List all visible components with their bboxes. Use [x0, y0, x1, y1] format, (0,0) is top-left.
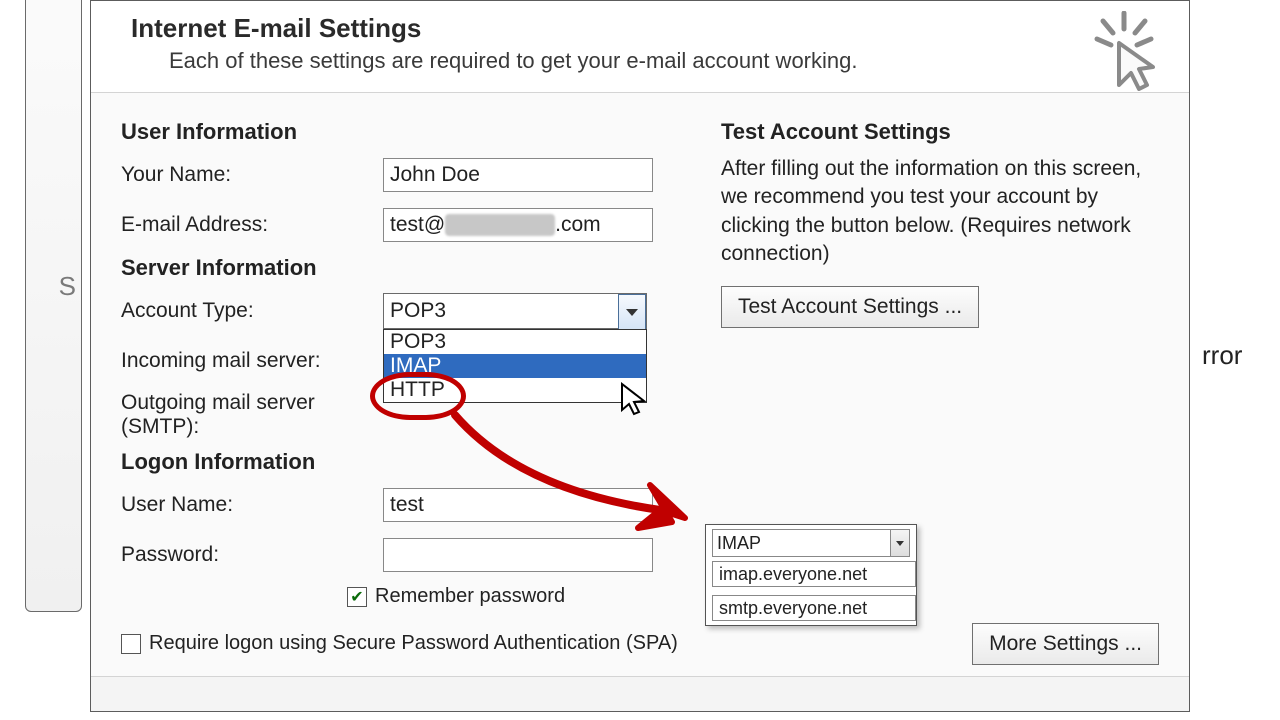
email-label: E-mail Address:	[121, 213, 383, 237]
inset-incoming-input[interactable]	[712, 561, 916, 587]
page-subtitle: Each of these settings are required to g…	[169, 48, 1159, 74]
redacted-domain	[445, 214, 555, 236]
account-type-select[interactable]: POP3 POP3 IMAP HTTP	[383, 293, 647, 329]
logon-info-heading: Logon Information	[121, 449, 721, 475]
dropdown-button[interactable]	[618, 294, 646, 330]
account-type-label: Account Type:	[121, 299, 383, 323]
email-prefix: test@	[390, 213, 445, 237]
dialog-footer	[91, 676, 1189, 711]
dialog-header: Internet E-mail Settings Each of these s…	[91, 1, 1189, 92]
password-input[interactable]	[383, 538, 653, 572]
test-description: After filling out the information on thi…	[721, 155, 1159, 268]
account-type-value: POP3	[383, 293, 647, 329]
option-imap[interactable]: IMAP	[384, 354, 646, 378]
option-pop3[interactable]: POP3	[384, 330, 646, 354]
your-name-input[interactable]	[383, 158, 653, 192]
inset-outgoing-input[interactable]	[712, 595, 916, 621]
email-suffix: .com	[555, 213, 601, 237]
remember-password-label: Remember password	[375, 585, 565, 608]
remember-password-checkbox[interactable]	[347, 587, 367, 607]
page-title: Internet E-mail Settings	[131, 13, 1159, 44]
example-values-inset: IMAP	[705, 524, 917, 626]
background-window-edge: S	[25, 0, 82, 612]
stray-text: rror	[1202, 340, 1242, 371]
test-heading: Test Account Settings	[721, 119, 1159, 145]
password-label: Password:	[121, 543, 383, 567]
more-settings-button[interactable]: More Settings ...	[972, 623, 1159, 665]
test-account-button[interactable]: Test Account Settings ...	[721, 286, 979, 328]
chevron-down-icon[interactable]	[890, 530, 909, 556]
account-type-dropdown[interactable]: POP3 IMAP HTTP	[383, 329, 647, 403]
spa-checkbox[interactable]	[121, 634, 141, 654]
spa-label: Require logon using Secure Password Auth…	[149, 632, 678, 655]
your-name-label: Your Name:	[121, 163, 383, 187]
incoming-server-label: Incoming mail server:	[121, 349, 383, 373]
option-http[interactable]: HTTP	[384, 378, 646, 402]
username-input[interactable]	[383, 488, 653, 522]
user-info-heading: User Information	[121, 119, 721, 145]
inset-account-type[interactable]: IMAP	[712, 529, 910, 557]
username-label: User Name:	[121, 493, 383, 517]
email-input[interactable]: test@ .com	[383, 208, 653, 242]
outgoing-server-label: Outgoing mail server (SMTP):	[121, 391, 383, 439]
stray-text: S	[59, 271, 76, 302]
inset-account-type-value: IMAP	[717, 533, 761, 554]
server-info-heading: Server Information	[121, 255, 721, 281]
email-settings-dialog: Internet E-mail Settings Each of these s…	[90, 0, 1190, 712]
